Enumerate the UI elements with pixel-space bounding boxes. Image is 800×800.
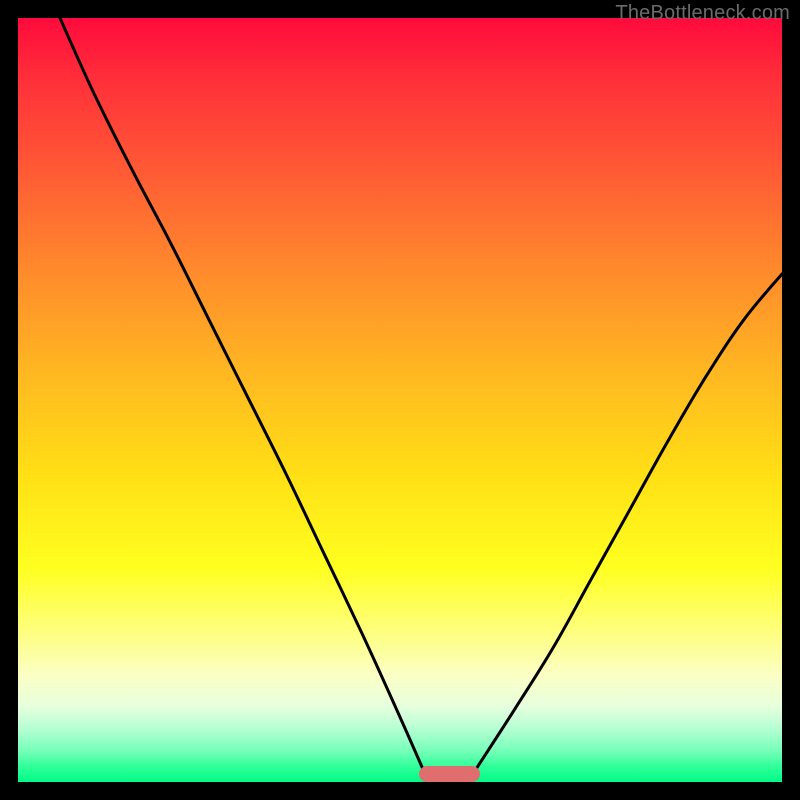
plot-area xyxy=(18,18,782,782)
chart-frame: TheBottleneck.com xyxy=(0,0,800,800)
optimal-marker xyxy=(419,766,480,782)
watermark-text: TheBottleneck.com xyxy=(615,2,790,25)
curve-left xyxy=(60,18,425,774)
curve-right xyxy=(473,274,782,775)
bottleneck-curve xyxy=(18,18,782,782)
